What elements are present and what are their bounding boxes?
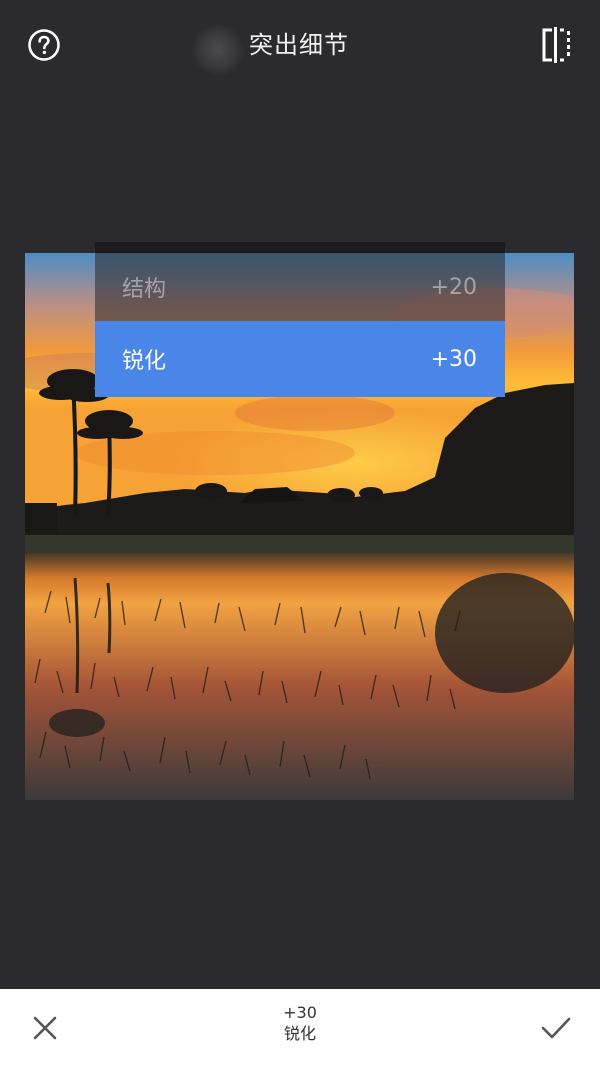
top-bar: 突出细节 <box>0 0 600 90</box>
help-button[interactable] <box>27 28 61 62</box>
compare-button[interactable] <box>538 26 574 64</box>
menu-shadow <box>95 242 505 253</box>
menu-item-sharpening[interactable]: 锐化 +30 <box>95 321 505 397</box>
menu-item-value: +30 <box>430 346 477 372</box>
check-icon <box>541 1017 571 1039</box>
page-title: 突出细节 <box>249 31 349 59</box>
menu-item-structure[interactable]: 结构 +20 <box>95 253 505 321</box>
menu-item-label: 锐化 <box>122 349 167 374</box>
touch-indicator <box>192 24 244 76</box>
current-value: +30 <box>283 1003 317 1022</box>
current-adjustment: +30 锐化 <box>0 1003 600 1045</box>
compare-split-icon <box>542 27 570 63</box>
question-circle-icon <box>28 29 60 61</box>
bottom-bar: +30 锐化 <box>0 989 600 1066</box>
menu-item-label: 结构 <box>122 277 167 302</box>
apply-button[interactable] <box>540 1013 572 1043</box>
menu-item-value: +20 <box>430 274 477 300</box>
current-label: 锐化 <box>283 1024 316 1043</box>
